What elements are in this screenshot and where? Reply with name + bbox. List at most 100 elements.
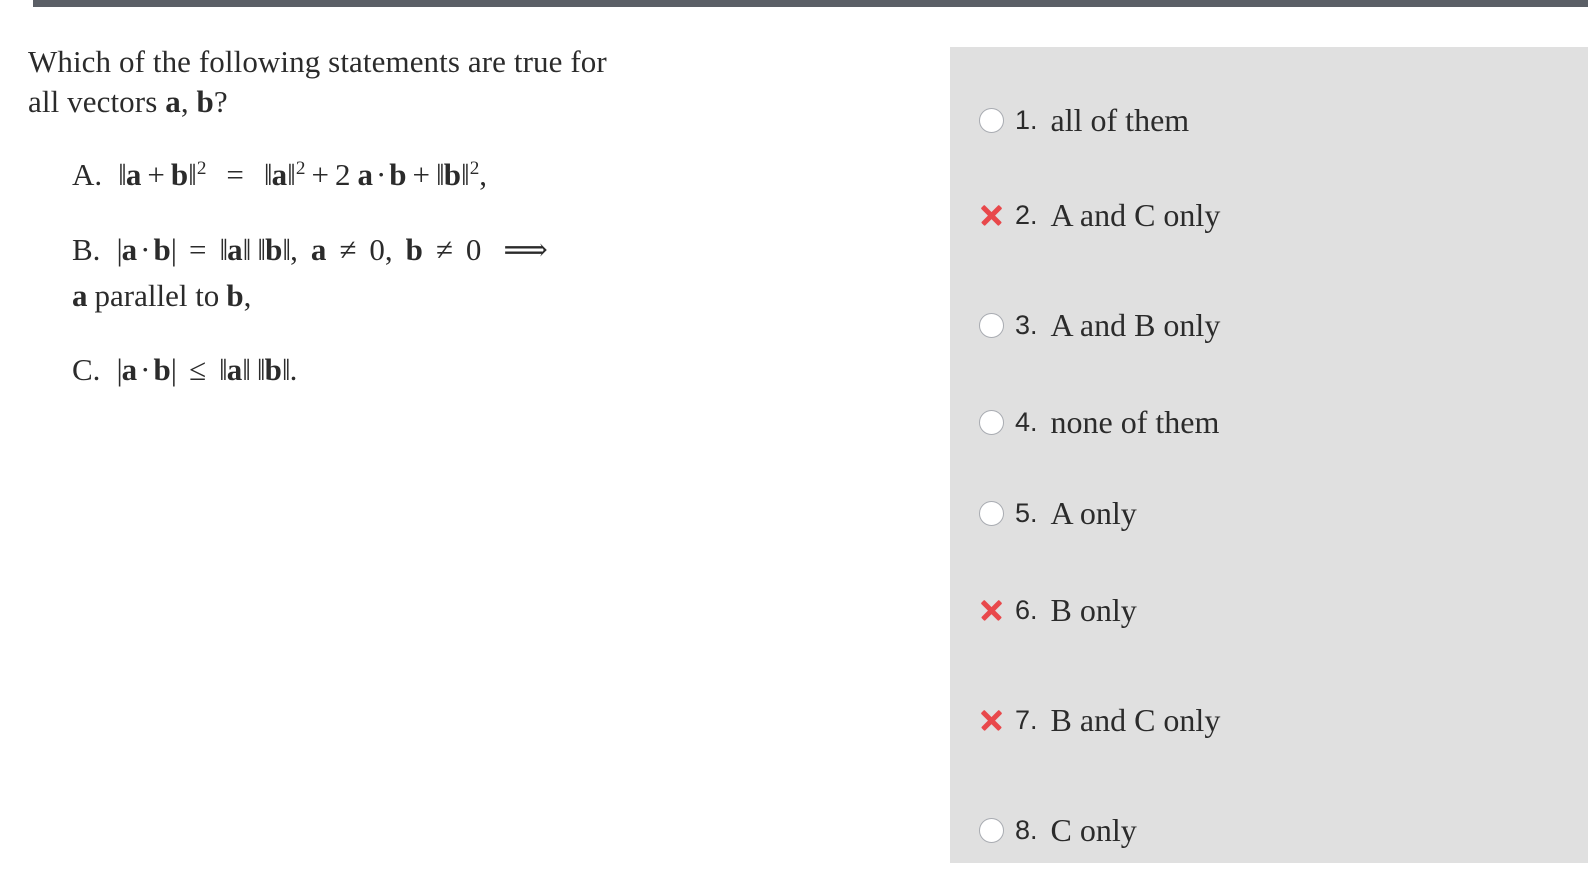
comma-1: , xyxy=(290,231,298,267)
answer-option-8[interactable]: 8. C only xyxy=(976,808,1576,852)
norm-open-2: ‖ xyxy=(257,231,266,267)
question-column: Which of the following statements are tr… xyxy=(28,42,858,391)
radio-icon[interactable] xyxy=(976,498,1006,528)
answer-option-label: C only xyxy=(1050,811,1137,848)
not-equal-operator: ≠ xyxy=(339,231,357,267)
answer-option-6[interactable]: 6. B only xyxy=(976,588,1576,632)
norm-open-2: ‖ xyxy=(263,157,273,193)
answer-option-5[interactable]: 5. A only xyxy=(976,491,1576,535)
implies-operator: ⟹ xyxy=(503,231,548,267)
trailing-comma: , xyxy=(479,157,488,193)
norm-open: ‖ xyxy=(219,231,228,267)
stem-question-mark: ? xyxy=(213,83,228,119)
vector-b-2: b xyxy=(389,157,407,193)
answer-option-3[interactable]: 3. A and B only xyxy=(976,303,1576,347)
vector-a-2: a xyxy=(227,231,243,267)
comma-2: , xyxy=(384,231,393,267)
x-icon[interactable] xyxy=(976,200,1006,230)
vector-b-2: b xyxy=(264,352,282,388)
answer-option-number: 5. xyxy=(1015,497,1038,528)
norm-close-2: ‖ xyxy=(287,157,296,193)
answer-option-2[interactable]: 2. A and C only xyxy=(976,193,1576,237)
statement-b-label: B. xyxy=(72,231,101,267)
plus-operator-2: + xyxy=(311,157,329,193)
x-icon[interactable] xyxy=(976,705,1006,735)
answer-option-label: A only xyxy=(1050,494,1137,531)
answer-option-label: A and C only xyxy=(1050,196,1221,233)
equals-operator: = xyxy=(226,157,244,193)
vector-a: a xyxy=(125,157,142,193)
less-or-equal-operator: ≤ xyxy=(188,352,206,388)
vector-b-4: b xyxy=(226,277,244,313)
answer-option-number: 3. xyxy=(1015,309,1038,340)
norm-close: ‖ xyxy=(242,231,252,267)
vector-a-4: a xyxy=(72,277,88,313)
plus-operator: + xyxy=(147,157,165,193)
answer-options-panel: 1. all of them 2. A and C only 3. A and … xyxy=(950,47,1588,863)
answer-option-1[interactable]: 1. all of them xyxy=(976,98,1576,142)
answer-option-label: none of them xyxy=(1050,403,1220,440)
coefficient-two: 2 xyxy=(334,157,351,193)
plus-operator-3: + xyxy=(412,157,430,193)
parallel-text: parallel to xyxy=(94,277,220,313)
vector-a-3: a xyxy=(310,231,327,267)
answer-option-label: all of them xyxy=(1050,101,1190,138)
not-equal-operator-2: ≠ xyxy=(435,231,453,267)
vector-b: b xyxy=(153,352,171,388)
trailing-comma: , xyxy=(243,277,252,313)
exponent-two-3: 2 xyxy=(469,158,480,180)
norm-open: ‖ xyxy=(118,157,127,193)
vector-b: b xyxy=(153,231,171,267)
abs-close: | xyxy=(170,231,177,267)
norm-close: ‖ xyxy=(242,352,251,388)
norm-close-2: ‖ xyxy=(282,231,291,267)
vector-b-3: b xyxy=(405,231,423,267)
radio-icon[interactable] xyxy=(976,105,1006,135)
answer-option-number: 1. xyxy=(1015,104,1038,135)
question-stem-line1: Which of the following statements are tr… xyxy=(28,44,607,79)
norm-open: ‖ xyxy=(218,352,228,388)
zero-2: 0 xyxy=(465,231,482,267)
x-icon[interactable] xyxy=(976,595,1006,625)
answer-option-7[interactable]: 7. B and C only xyxy=(976,698,1576,742)
trailing-period: . xyxy=(289,352,298,388)
radio-icon[interactable] xyxy=(976,815,1006,845)
vector-a: a xyxy=(121,231,138,267)
radio-icon[interactable] xyxy=(976,310,1006,340)
stem-comma: , xyxy=(180,83,197,119)
vector-b-2: b xyxy=(265,231,283,267)
page-root: Which of the following statements are tr… xyxy=(0,0,1588,878)
statement-b-continuation: a parallel to b, xyxy=(72,276,858,316)
question-stem: Which of the following statements are tr… xyxy=(28,42,858,121)
vector-a: a xyxy=(121,352,138,388)
equals-operator: = xyxy=(188,231,207,267)
vector-b: b xyxy=(170,157,189,193)
norm-close: ‖ xyxy=(188,157,197,193)
radio-icon[interactable] xyxy=(976,407,1006,437)
answer-option-number: 2. xyxy=(1015,199,1038,230)
abs-close: | xyxy=(170,352,177,388)
vector-a-inline: a xyxy=(165,83,181,119)
statement-a-label: A. xyxy=(72,157,103,193)
answer-option-4[interactable]: 4. none of them xyxy=(976,400,1576,444)
vector-a-2: a xyxy=(271,157,288,193)
vector-a-3: a xyxy=(357,157,373,193)
dot-product-operator: · xyxy=(375,157,387,193)
vector-a-2: a xyxy=(226,352,243,388)
norm-open-2: ‖ xyxy=(256,352,266,388)
exponent-two: 2 xyxy=(196,158,207,180)
statement-b: B. |a·b| = ‖a‖ ‖b‖, a ≠ 0, b ≠ 0 ⟹ a parallel to b, xyxy=(28,230,858,317)
exponent-two-2: 2 xyxy=(295,158,306,180)
answer-option-label: B only xyxy=(1050,591,1137,628)
norm-close-3: ‖ xyxy=(460,157,470,193)
norm-close-2: ‖ xyxy=(281,352,291,388)
question-stem-line2-prefix: all vectors xyxy=(28,83,166,119)
norm-open-3: ‖ xyxy=(436,157,445,193)
statement-a: A. ‖a + b‖2 = ‖a‖2 +2 a·b + ‖b‖2, xyxy=(28,155,858,195)
answer-option-number: 4. xyxy=(1015,406,1038,437)
zero-1: 0 xyxy=(369,231,385,267)
answer-option-number: 6. xyxy=(1015,594,1038,625)
statement-c: C. |a·b| ≤ ‖a‖ ‖b‖. xyxy=(28,350,858,390)
answer-option-label: B and C only xyxy=(1050,701,1221,738)
dot-product-operator: · xyxy=(140,352,151,388)
